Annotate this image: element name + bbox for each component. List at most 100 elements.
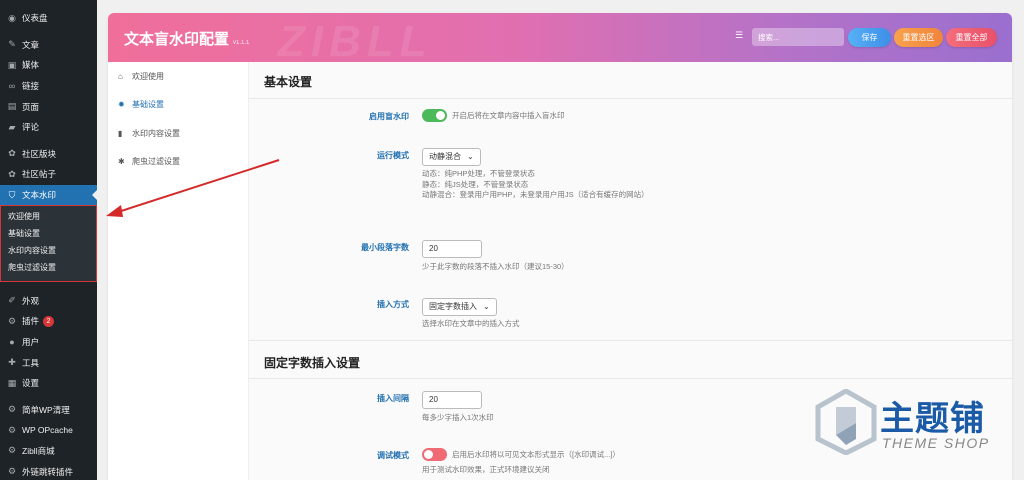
title-text: 文本盲水印配置	[124, 31, 230, 48]
menu-label: 设置	[22, 378, 40, 389]
menu-appearance[interactable]: ✐ 外观	[0, 291, 97, 312]
mode-label: 运行模式	[377, 151, 409, 160]
menu-community-posts[interactable]: ✿ 社区帖子	[0, 164, 97, 185]
submenu-content[interactable]: 水印内容设置	[1, 243, 96, 260]
update-count-badge: 2	[43, 315, 55, 327]
settings-icon: ▦	[7, 377, 17, 388]
interval-input[interactable]: 20	[422, 391, 482, 409]
nav-label: 基础设置	[132, 100, 164, 110]
insert-method-select[interactable]: 固定字数插入 ⌄	[422, 298, 497, 316]
gear-icon: ⚙	[7, 424, 17, 435]
menu-label: 简单WP清理	[22, 404, 70, 415]
section-title-fixed: 固定字数插入设置	[264, 356, 361, 370]
menu-forum[interactable]: ✿ 社区版块	[0, 144, 97, 165]
debug-desc: 启用后水印将以可见文本形式显示（[水印调试...]）	[452, 450, 620, 459]
debug-toggle[interactable]	[422, 448, 447, 461]
menu-users[interactable]: ● 用户	[0, 332, 97, 353]
mode-help-line: 动静混合：登录用户用PHP，未登录用户用JS（适合有缓存的网站）	[422, 190, 649, 199]
appearance-icon: ✐	[8, 295, 16, 306]
menu-label: 媒体	[22, 60, 40, 71]
menu-label: 页面	[22, 101, 40, 112]
submenu-basic[interactable]: 基础设置	[1, 226, 96, 243]
menu-label: 仪表盘	[22, 13, 48, 24]
section-title-basic: 基本设置	[264, 75, 313, 89]
user-icon: ●	[9, 337, 15, 348]
divider	[249, 98, 1012, 99]
reset-selection-button[interactable]: 重置选区	[894, 28, 943, 47]
menu-tools[interactable]: ✚ 工具	[0, 352, 97, 373]
debug-help: 用于测试水印效果，正式环境建议关闭	[422, 465, 550, 474]
menu-settings[interactable]: ▦ 设置	[0, 373, 97, 394]
menu-pages[interactable]: ▤ 页面	[0, 96, 97, 117]
version-label: v1.1.1	[233, 40, 250, 46]
nav-welcome[interactable]: ⌂ 欢迎使用	[108, 62, 248, 91]
mode-field: 动静混合 ⌄ 动态：纯PHP处理，不管登录状态 静态：纯JS处理，不管登录状态 动…	[422, 148, 649, 201]
list-icon[interactable]: ☰	[732, 30, 746, 42]
gear-icon: ✹	[118, 100, 125, 110]
plugin-icon: ⚙	[7, 315, 17, 326]
menu-links[interactable]: ∞ 链接	[0, 76, 97, 97]
menu-label: 外链跳转插件	[22, 466, 74, 477]
menu-label: 用户	[22, 337, 40, 348]
menu-zibll-shop[interactable]: ⚙ Zibll商城	[0, 441, 97, 462]
menu-wp-cleanup[interactable]: ⚙ 简单WP清理	[0, 400, 97, 421]
save-button[interactable]: 保存	[848, 28, 891, 47]
insert-method-help: 选择水印在文章中的插入方式	[422, 319, 520, 328]
reset-all-button[interactable]: 重置全部	[946, 28, 997, 47]
nav-label: 水印内容设置	[132, 128, 180, 138]
link-icon: ∞	[8, 81, 16, 92]
shop-icon: ⚙	[7, 445, 17, 456]
chevron-down-icon: ⌄	[467, 152, 474, 161]
enable-desc: 开启后将在文章内容中插入盲水印	[452, 111, 565, 120]
menu-label: 评论	[22, 122, 40, 133]
interval-help: 每多少字插入1次水印	[422, 413, 494, 422]
menu-media[interactable]: ▣ 媒体	[0, 55, 97, 76]
tool-icon: ✚	[8, 357, 16, 368]
wp-admin-sidebar: ◉ 仪表盘 ✎ 文章 ▣ 媒体 ∞ 链接 ▤ 页面 ▰ 评论 ✿ 社区版块 ✿ 社区帖子 ⛉ 文本…	[0, 0, 97, 480]
dashboard-icon: ◉	[8, 12, 16, 23]
mode-help: 动态：纯PHP处理，不管登录状态 静态：纯JS处理，不管登录状态 动静混合：登录…	[422, 169, 649, 201]
enable-toggle[interactable]	[422, 109, 447, 122]
gear-icon: ⚙	[7, 404, 17, 415]
min-length-input[interactable]: 20	[422, 240, 482, 258]
mode-select[interactable]: 动静混合 ⌄	[422, 148, 481, 166]
nav-basic[interactable]: ✹ 基础设置	[108, 91, 248, 120]
bug-icon: ✱	[118, 157, 125, 167]
menu-opcache[interactable]: ⚙ WP OPcache	[0, 420, 97, 441]
file-icon: ▮	[118, 128, 123, 138]
menu-comments[interactable]: ▰ 评论	[0, 117, 97, 138]
mode-value: 动静混合	[429, 152, 461, 161]
theme-shop-logo: 主题铺 THEME SHOP	[814, 388, 1010, 459]
divider	[249, 340, 1012, 341]
logo-mark-icon	[815, 388, 877, 456]
debug-label: 调试模式	[377, 451, 409, 460]
menu-dashboard[interactable]: ◉ 仪表盘	[0, 8, 97, 29]
menu-label: Zibll商城	[22, 445, 55, 456]
menu-label: 文章	[22, 39, 40, 50]
interval-field: 20 每多少字插入1次水印	[422, 391, 494, 424]
nav-label: 爬虫过滤设置	[132, 157, 180, 167]
enable-label: 启用盲水印	[369, 112, 409, 121]
shield-icon: ⛉	[8, 189, 16, 200]
menu-plugins[interactable]: ⚙ 插件 2	[0, 311, 97, 332]
min-length-label: 最小段落字数	[361, 243, 409, 252]
menu-text-watermark[interactable]: ⛉ 文本水印	[0, 184, 97, 206]
nav-crawler[interactable]: ✱ 爬虫过滤设置	[108, 148, 248, 177]
nav-content[interactable]: ▮ 水印内容设置	[108, 119, 248, 148]
submenu-welcome[interactable]: 欢迎使用	[1, 209, 96, 226]
insert-method-value: 固定字数插入	[429, 302, 477, 311]
pin-icon: ✎	[8, 39, 16, 50]
enable-field: 开启后将在文章内容中插入盲水印	[422, 109, 565, 122]
page-title: 文本盲水印配置 v1.1.1	[124, 28, 249, 49]
menu-link-redirect[interactable]: ⚙ 外链跳转插件	[0, 461, 97, 480]
gear-icon: ⚙	[7, 466, 17, 477]
menu-posts[interactable]: ✎ 文章	[0, 35, 97, 56]
menu-label: 社区版块	[22, 148, 57, 159]
page-icon: ▤	[7, 101, 17, 112]
watermark-submenu: 欢迎使用 基础设置 水印内容设置 爬虫过滤设置	[0, 205, 97, 282]
divider	[249, 378, 1012, 379]
menu-label: 文本水印	[22, 190, 57, 201]
submenu-crawler[interactable]: 爬虫过滤设置	[1, 260, 96, 277]
menu-label: 链接	[22, 81, 40, 92]
search-input[interactable]	[752, 28, 844, 46]
